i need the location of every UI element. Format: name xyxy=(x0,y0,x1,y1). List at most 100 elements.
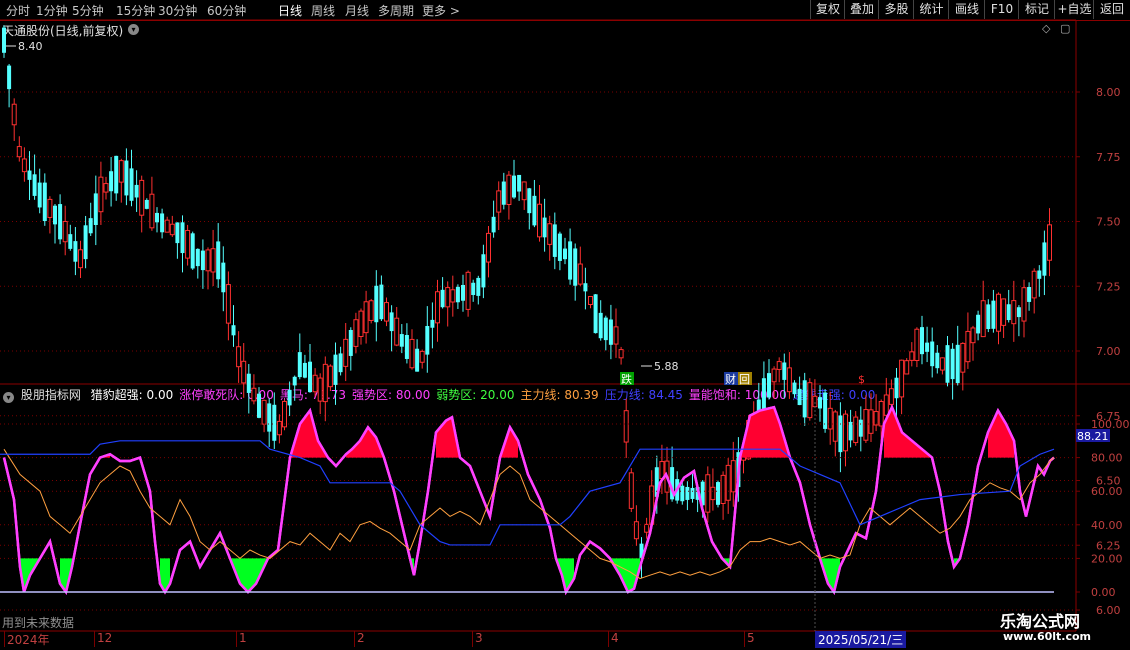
candle-body-175 xyxy=(894,377,899,399)
candle-body-27 xyxy=(139,179,145,216)
candle-body-143 xyxy=(730,460,736,493)
ind-tick-label-3: 40.00 xyxy=(1091,519,1123,532)
candle-body-24 xyxy=(124,160,129,196)
candle-body-52 xyxy=(267,403,272,432)
candle-body-15 xyxy=(78,249,83,269)
candle-body-199 xyxy=(1016,307,1021,318)
candle-body-5 xyxy=(27,170,32,180)
candle-body-50 xyxy=(257,393,261,418)
candle-body-107 xyxy=(547,223,553,245)
candle-body-173 xyxy=(883,394,889,416)
candle-body-72 xyxy=(368,300,374,321)
candle-body-165 xyxy=(843,413,848,452)
candle-body-122 xyxy=(623,410,629,443)
candle-body-156 xyxy=(797,388,802,406)
candle-body-139 xyxy=(710,486,716,501)
candle-body-101 xyxy=(517,174,522,192)
candle-body-109 xyxy=(557,233,562,261)
chart-canvas: 8.007.757.507.257.006.756.506.256.008.40… xyxy=(0,19,1130,632)
candle-body-174 xyxy=(888,388,894,405)
candle-body-89 xyxy=(455,286,460,303)
candle-body-192 xyxy=(980,300,986,338)
candle-body-47 xyxy=(241,360,247,384)
candle-body-75 xyxy=(384,302,389,322)
date-tick-1: 12 xyxy=(94,631,112,647)
candle-body-102 xyxy=(521,181,527,201)
candle-body-189 xyxy=(965,330,971,363)
candle-body-80 xyxy=(409,338,415,369)
candle-body-86 xyxy=(440,289,445,308)
candle-body-172 xyxy=(878,401,884,427)
candle-body-170 xyxy=(868,409,874,434)
candle-body-202 xyxy=(1031,270,1037,299)
candle-body-14 xyxy=(73,241,78,262)
candle-body-117 xyxy=(598,312,603,339)
candle-body-204 xyxy=(1042,242,1047,276)
candle-body-0 xyxy=(2,27,6,53)
date-tick-4: 3 xyxy=(472,631,483,647)
candle-body-120 xyxy=(613,326,619,345)
candle-body-195 xyxy=(996,293,1001,332)
candle-body-7 xyxy=(37,182,42,208)
candle-body-68 xyxy=(348,329,353,356)
watermark-title: 乐淘公式网 xyxy=(1000,612,1081,631)
candle-body-81 xyxy=(415,348,420,372)
price-tick-label-8: 6.00 xyxy=(1096,604,1121,617)
date-axis: 2024年 12 1 2 3 4 5 2025/05/21/三 xyxy=(0,631,1076,650)
candle-body-57 xyxy=(292,376,297,386)
candle-body-36 xyxy=(185,229,191,259)
candle-body-85 xyxy=(435,291,440,324)
candle-body-71 xyxy=(363,301,369,334)
candle-body-73 xyxy=(374,285,379,323)
candle-body-60 xyxy=(308,361,312,393)
cursor-date: 2025/05/21/三 xyxy=(815,631,907,648)
high-label: 8.40 xyxy=(18,40,43,53)
candle-body-33 xyxy=(169,223,175,236)
candle-body-1 xyxy=(7,65,12,90)
candle-body-48 xyxy=(246,373,251,393)
candle-body-21 xyxy=(109,171,114,192)
candle-body-41 xyxy=(210,248,216,273)
candle-body-121 xyxy=(618,349,624,359)
candle-body-185 xyxy=(945,345,950,383)
candle-body-197 xyxy=(1006,304,1011,321)
candle-body-77 xyxy=(394,317,400,346)
candle-body-160 xyxy=(818,397,822,409)
candle-body-164 xyxy=(838,415,843,453)
candle-body-182 xyxy=(930,341,935,367)
candle-body-179 xyxy=(914,328,920,362)
candle-body-97 xyxy=(496,190,502,213)
candle-body-141 xyxy=(720,474,726,504)
candle-body-198 xyxy=(1011,300,1017,325)
candle-body-2 xyxy=(11,103,17,126)
candle-body-61 xyxy=(312,374,318,393)
candle-body-142 xyxy=(725,464,731,501)
candle-body-158 xyxy=(807,382,813,419)
candle-body-34 xyxy=(175,222,180,244)
candle-body-129 xyxy=(659,461,665,479)
candle-body-191 xyxy=(976,314,981,334)
candle-body-74 xyxy=(379,284,384,320)
candle-body-64 xyxy=(327,365,333,388)
candle-body-90 xyxy=(461,284,465,301)
candle-body-40 xyxy=(205,249,211,272)
candle-body-114 xyxy=(583,283,588,292)
candle-body-63 xyxy=(322,363,328,403)
candle-body-194 xyxy=(991,300,996,329)
candle-body-19 xyxy=(98,176,104,213)
date-tick-2: 1 xyxy=(236,631,247,647)
candle-body-103 xyxy=(527,188,532,214)
candle-body-13 xyxy=(68,234,73,249)
candle-body-53 xyxy=(272,404,277,441)
candle-body-149 xyxy=(761,378,766,413)
candle-body-10 xyxy=(53,205,57,225)
candle-body-70 xyxy=(358,310,364,338)
date-tick-0: 2024年 xyxy=(4,631,50,647)
candle-body-162 xyxy=(827,407,833,430)
current-value-label: 88.21 xyxy=(1077,430,1109,443)
candle-body-155 xyxy=(792,382,797,395)
candle-body-59 xyxy=(302,362,307,378)
price-tick-label-2: 7.50 xyxy=(1096,216,1121,229)
candle-body-135 xyxy=(690,487,695,499)
candle-body-99 xyxy=(506,174,512,205)
